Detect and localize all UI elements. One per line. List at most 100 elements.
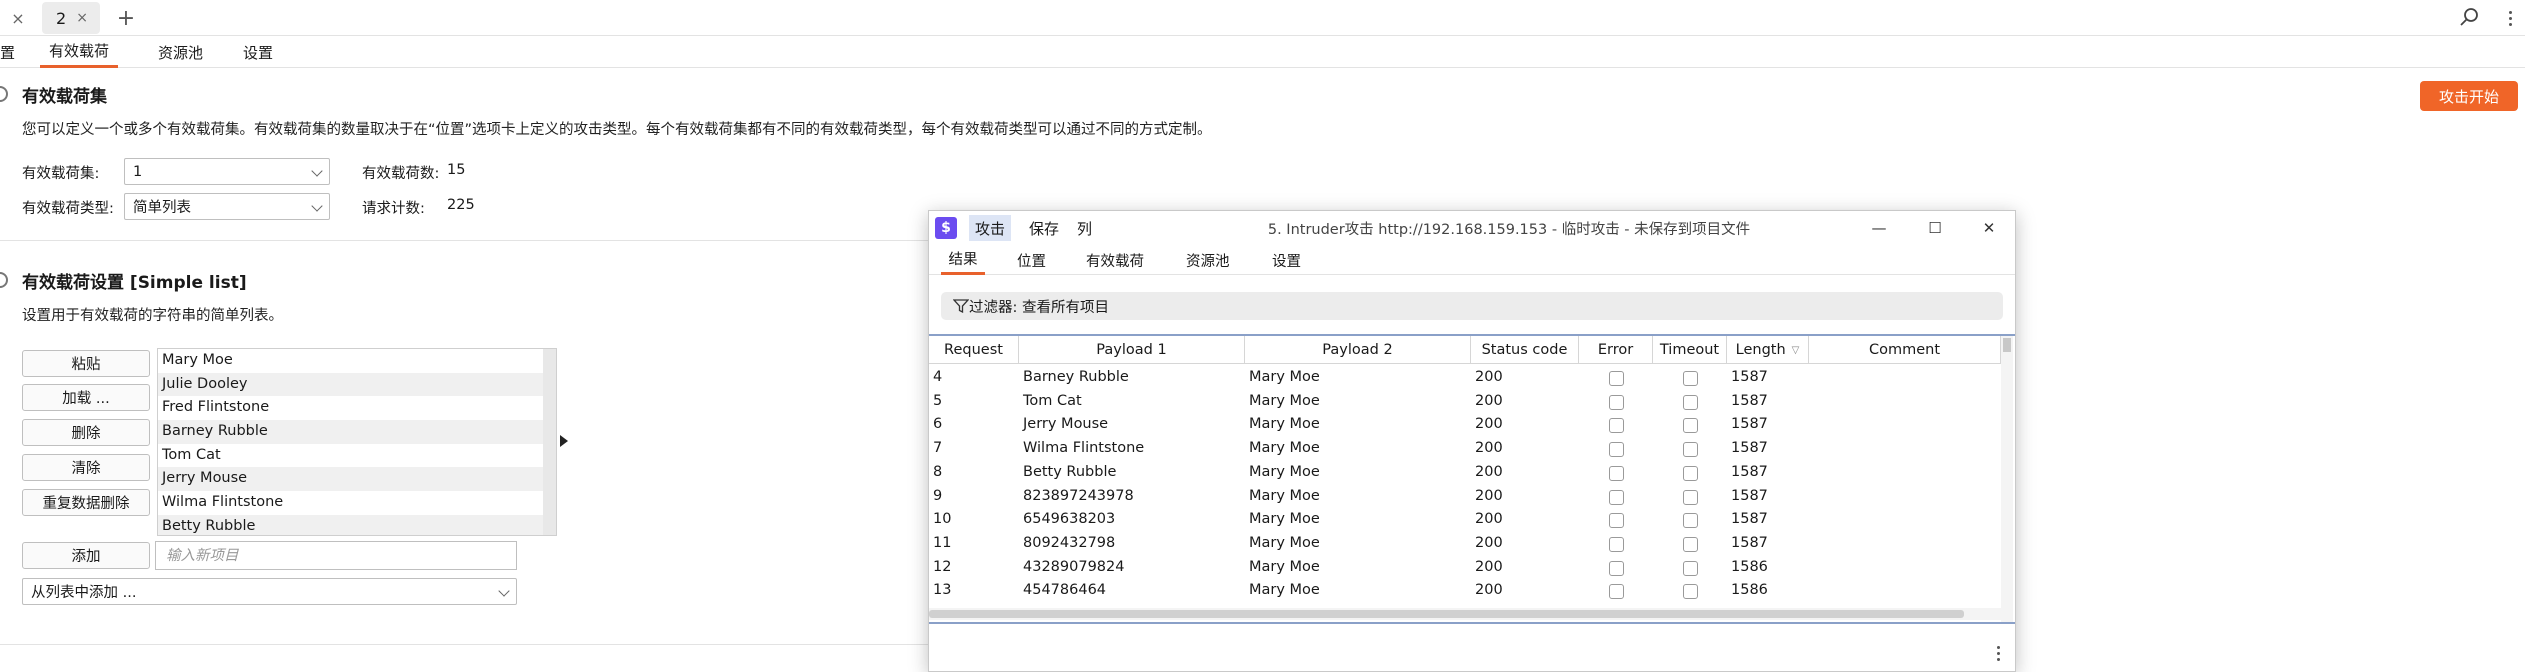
timeout-checkbox (1683, 489, 1698, 505)
table-horizontal-scrollbar[interactable] (929, 608, 2001, 620)
timeout-checkbox (1683, 560, 1698, 576)
table-row[interactable]: 4 Barney Rubble Mary Moe 200 1587 (929, 366, 2001, 390)
remove-button[interactable]: 删除 (22, 419, 150, 446)
table-row[interactable]: 9 823897243978 Mary Moe 200 1587 (929, 485, 2001, 509)
add-button[interactable]: 添加 (22, 542, 150, 569)
results-table[interactable]: Request Payload 1 Payload 2 Status code … (929, 334, 2015, 624)
menu-attack[interactable]: 攻击 (969, 215, 1012, 241)
column-payload-2[interactable]: Payload 2 (1245, 336, 1471, 364)
expand-arrow-icon[interactable] (560, 435, 568, 447)
more-options-icon[interactable] (1993, 646, 2003, 670)
add-from-list-select[interactable]: 从列表中添加 ... (22, 578, 517, 605)
menu-save[interactable]: 保存 (1023, 215, 1065, 241)
list-item[interactable]: Jerry Mouse (158, 467, 544, 492)
tab-2[interactable]: 2 × (42, 2, 100, 34)
column-status-code[interactable]: Status code (1471, 336, 1579, 364)
add-tab-button[interactable]: + (112, 2, 140, 34)
filter-bar[interactable]: 过滤器: 查看所有项目 (941, 292, 2003, 320)
tab-resource-pool[interactable]: 资源池 (158, 36, 203, 68)
error-checkbox (1609, 465, 1624, 481)
timeout-checkbox (1683, 442, 1698, 458)
cell-length: 1587 (1731, 534, 1768, 551)
payload-set-label: 有效载荷集: (22, 166, 100, 182)
column-payload-1[interactable]: Payload 1 (1019, 336, 1245, 364)
load-button[interactable]: 加载 ... (22, 384, 150, 411)
help-circle-icon[interactable] (0, 272, 8, 288)
cell-status-code: 200 (1475, 534, 1503, 551)
search-icon[interactable] (2459, 6, 2481, 28)
error-checkbox (1609, 442, 1624, 458)
column-timeout[interactable]: Timeout (1653, 336, 1727, 364)
list-item[interactable]: Betty Rubble (158, 514, 544, 535)
minimize-icon[interactable]: — (1867, 216, 1891, 240)
clear-button[interactable]: 清除 (22, 454, 150, 481)
list-item[interactable]: Tom Cat (158, 444, 544, 468)
cell-payload-1: 8092432798 (1023, 534, 1116, 551)
table-row[interactable]: 5 Tom Cat Mary Moe 200 1587 (929, 390, 2001, 414)
column-request[interactable]: Request (929, 336, 1019, 364)
tab-results[interactable]: 结果 (941, 245, 985, 275)
table-row[interactable]: 12 43289079824 Mary Moe 200 1586 (929, 556, 2001, 580)
burp-logo-icon: $ (935, 217, 957, 239)
close-previous-tab-icon[interactable]: × (0, 2, 36, 34)
list-item[interactable]: Fred Flintstone (158, 396, 544, 420)
payload-list[interactable]: Mary Moe Julie Dooley Fred Flintstone Ba… (157, 348, 557, 536)
maximize-icon[interactable]: ☐ (1923, 216, 1947, 240)
cell-length: 1587 (1731, 369, 1768, 385)
payload-settings-title: 有效载荷设置 [Simple list] (22, 273, 247, 293)
timeout-checkbox (1683, 418, 1698, 434)
close-icon[interactable]: ✕ (1977, 216, 2001, 240)
table-row[interactable]: 11 8092432798 Mary Moe 200 1587 (929, 532, 2001, 556)
cell-payload-2: Mary Moe (1249, 416, 1320, 433)
payload-set-select[interactable]: 1 (124, 158, 330, 185)
payload-type-select[interactable]: 简单列表 (124, 193, 330, 220)
tab-positions[interactable]: 位置 (1017, 245, 1046, 275)
list-item[interactable]: Mary Moe (158, 349, 544, 373)
payload-sets-description: 您可以定义一个或多个有效载荷集。有效载荷集的数量取决于在“位置”选项卡上定义的攻… (22, 122, 1212, 138)
table-vertical-scrollbar[interactable] (2001, 336, 2013, 622)
cell-payload-1: Jerry Mouse (1023, 416, 1109, 433)
table-row[interactable]: 7 Wilma Flintstone Mary Moe 200 1587 (929, 437, 2001, 461)
scroll-thumb[interactable] (2003, 338, 2011, 352)
help-circle-icon[interactable] (0, 86, 8, 102)
cell-request: 11 (933, 534, 952, 551)
column-comment[interactable]: Comment (1809, 336, 2001, 364)
chevron-down-icon (311, 165, 323, 177)
column-error[interactable]: Error (1579, 336, 1653, 364)
error-checkbox (1609, 560, 1624, 576)
cell-length: 1587 (1731, 463, 1768, 480)
table-row[interactable]: 10 6549638203 Mary Moe 200 1587 (929, 508, 2001, 532)
cell-payload-1: Tom Cat (1023, 392, 1082, 409)
deduplicate-button[interactable]: 重复数据删除 (22, 489, 150, 516)
cell-payload-1: Wilma Flintstone (1023, 440, 1145, 457)
close-tab-icon[interactable]: × (76, 10, 88, 26)
tab-payloads[interactable]: 有效载荷 (1086, 245, 1144, 275)
tab-resource-pool[interactable]: 资源池 (1186, 245, 1230, 275)
table-row[interactable]: 6 Jerry Mouse Mary Moe 200 1587 (929, 413, 2001, 437)
scroll-thumb[interactable] (929, 610, 1964, 618)
column-length[interactable]: Length ▽ (1727, 336, 1809, 364)
cell-payload-1: 6549638203 (1023, 511, 1116, 528)
cell-length: 1586 (1731, 582, 1768, 599)
tab-settings[interactable]: 设置 (1272, 245, 1301, 275)
table-row[interactable]: 8 Betty Rubble Mary Moe 200 1587 (929, 461, 2001, 485)
list-scrollbar[interactable] (543, 349, 556, 535)
table-row[interactable]: 13 454786464 Mary Moe 200 1586 (929, 579, 2001, 603)
paste-button[interactable]: 粘贴 (22, 350, 150, 377)
more-options-icon[interactable] (2503, 4, 2517, 32)
tab-payloads[interactable]: 有效载荷 (40, 36, 118, 68)
menu-columns[interactable]: 列 (1071, 215, 1098, 241)
cell-payload-2: Mary Moe (1249, 369, 1320, 385)
list-item[interactable]: Wilma Flintstone (158, 491, 544, 515)
start-attack-button[interactable]: 攻击开始 (2420, 81, 2518, 111)
tab-label: 2 (56, 8, 67, 28)
list-item[interactable]: Barney Rubble (158, 420, 544, 444)
cell-length: 1587 (1731, 392, 1768, 409)
window-tabs: 结果 位置 有效载荷 资源池 设置 (929, 245, 2015, 275)
new-item-input[interactable] (155, 541, 517, 570)
tab-settings[interactable]: 设置 (243, 36, 273, 68)
cell-payload-2: Mary Moe (1249, 487, 1320, 504)
cell-status-code: 200 (1475, 463, 1503, 480)
tab-positions[interactable]: 置 (0, 36, 15, 68)
list-item[interactable]: Julie Dooley (158, 372, 544, 397)
